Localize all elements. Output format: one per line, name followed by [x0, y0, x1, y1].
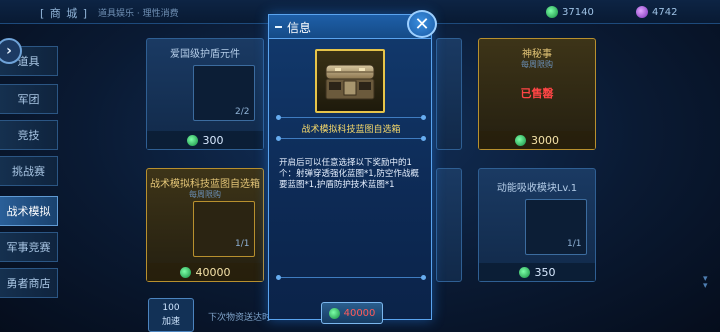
- sidebar-item-legion[interactable]: 军团: [0, 84, 58, 114]
- close-button[interactable]: ✕: [407, 10, 437, 38]
- delivery-note: 下次物资送达时: [208, 313, 272, 323]
- gem-icon: [636, 6, 648, 18]
- purchase-price: 40000: [343, 307, 376, 319]
- item-description: 开启后可以任意选择以下奖励中的1个：射弹穿透强化蓝图*1,防空作战概要蓝图*1,…: [279, 158, 419, 190]
- price-tag: 350: [479, 263, 595, 281]
- item-name: 战术模拟科技蓝图自选箱: [301, 125, 401, 135]
- speedup-button[interactable]: 100 加速: [148, 298, 194, 332]
- credit-coin-icon: [518, 266, 530, 278]
- item-icon-frame: [315, 49, 385, 113]
- credits-display: 37140: [546, 4, 594, 20]
- sidebar-item-hero-shop[interactable]: 勇者商店: [0, 268, 58, 298]
- back-chevron-icon: ›: [6, 43, 12, 59]
- shop-card[interactable]: 爱国级护盾元件 2/2 300: [146, 38, 264, 150]
- scroll-down-icon: ▾ ▾: [703, 274, 708, 291]
- shop-card[interactable]: [436, 168, 462, 282]
- divider: [276, 115, 426, 120]
- dialog-title: 信息: [287, 21, 312, 35]
- credit-coin-icon: [546, 6, 558, 18]
- gems-value: 4742: [652, 6, 678, 18]
- credit-coin-icon: [328, 307, 340, 319]
- purchase-button[interactable]: 40000: [321, 302, 383, 324]
- close-icon: ✕: [414, 13, 430, 35]
- credits-value: 37140: [562, 6, 594, 18]
- price-tag: 3000: [479, 131, 595, 149]
- price-tag: 300: [147, 131, 263, 149]
- gems-display: 4742: [636, 4, 677, 20]
- shop-card[interactable]: 神秘事 每周限购 已售罄 3000: [478, 38, 596, 150]
- shop-card[interactable]: 战术模拟科技蓝图自选箱 每周限购 1/1 40000: [146, 168, 264, 282]
- sold-out-label: 已售罄: [520, 87, 554, 100]
- info-dialog: 信息 战术模拟科技蓝图自选箱 开启后可以任意选择以下奖励中的1个：射弹穿透强化蓝…: [268, 14, 432, 324]
- breadcrumb: 道具娱乐 · 理性消费: [98, 9, 179, 19]
- divider: [276, 275, 426, 280]
- credit-coin-icon: [186, 134, 198, 146]
- credit-coin-icon: [179, 266, 191, 278]
- sidebar-item-arena[interactable]: 竞技: [0, 120, 58, 150]
- credit-coin-icon: [515, 134, 526, 146]
- collapse-icon: [275, 26, 282, 28]
- shop-card[interactable]: 动能吸收模块Lv.1 1/1 350: [478, 168, 596, 282]
- sidebar-item-challenge[interactable]: 挑战赛: [0, 156, 58, 186]
- shop-title: [ 商 城 ]: [40, 7, 89, 20]
- price-tag: 40000: [147, 263, 263, 281]
- shop-card[interactable]: [436, 38, 462, 150]
- sidebar-item-tactical-sim[interactable]: 战术模拟: [0, 196, 58, 226]
- divider: [276, 136, 426, 141]
- supply-crate-icon: [325, 64, 375, 100]
- sidebar-item-military-contest[interactable]: 军事竞赛: [0, 232, 58, 262]
